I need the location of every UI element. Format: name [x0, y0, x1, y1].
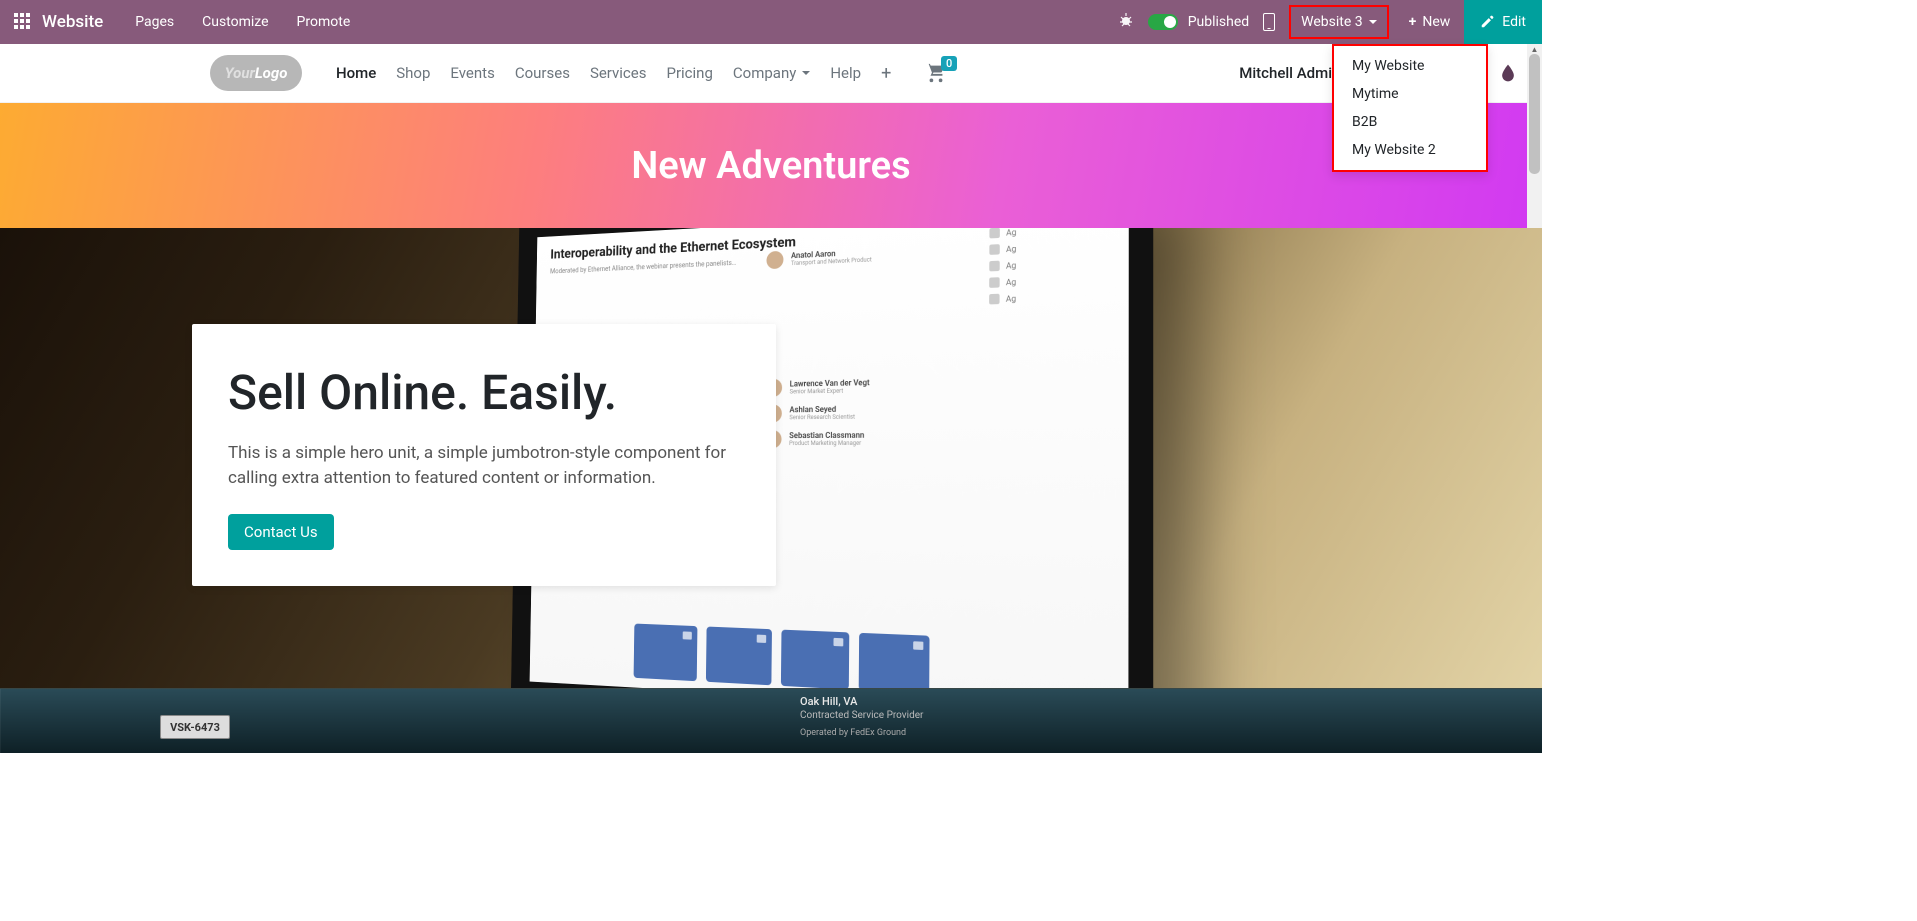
scroll-up-icon[interactable]: ▲ [1527, 44, 1542, 54]
logo-text-2: Logo [255, 64, 288, 82]
website-dropdown-menu: My Website Mytime B2B My Website 2 [1332, 44, 1488, 172]
monitor-person: Ashlan SeyedSenior Research Scientist [765, 403, 870, 422]
caret-down-icon [802, 71, 810, 75]
monitor-person: Anatol AaronTransport and Network Produc… [766, 246, 871, 269]
nav-events[interactable]: Events [440, 64, 504, 82]
cart-button[interactable]: 0 [925, 62, 947, 84]
edit-label: Edit [1502, 14, 1526, 30]
monitor-person: Lawrence Van der VegtSenior Market Exper… [765, 377, 870, 397]
hero-title: Sell Online. Easily. [228, 364, 740, 421]
monitor-person: Sebastian ClassmannProduct Marketing Man… [764, 430, 869, 448]
website-selector-label: Website 3 [1301, 14, 1362, 30]
topmenu-pages[interactable]: Pages [121, 14, 188, 30]
nav-home[interactable]: Home [326, 64, 386, 82]
nav-pricing[interactable]: Pricing [656, 64, 722, 82]
website-option[interactable]: My Website [1334, 52, 1486, 80]
published-toggle[interactable] [1148, 14, 1178, 30]
scroll-thumb[interactable] [1529, 54, 1540, 174]
truck-plate: VSK-6473 [160, 715, 230, 739]
website-option[interactable]: My Website 2 [1334, 136, 1486, 164]
pencil-icon [1480, 15, 1494, 29]
published-label: Published [1188, 14, 1249, 30]
hero-cta-button[interactable]: Contact Us [228, 514, 334, 550]
topmenu-customize[interactable]: Customize [188, 14, 282, 30]
new-label: New [1422, 14, 1450, 30]
topmenu-promote[interactable]: Promote [283, 14, 365, 30]
nav-help[interactable]: Help [820, 64, 871, 82]
site-nav: YourLogo Home Shop Events Courses Servic… [0, 44, 1542, 103]
nav-shop[interactable]: Shop [386, 64, 440, 82]
edit-button[interactable]: Edit [1464, 0, 1542, 44]
hero-body: This is a simple hero unit, a simple jum… [228, 441, 740, 490]
cart-count-badge: 0 [941, 56, 957, 71]
hero-section: Interoperability and the Ethernet Ecosys… [0, 228, 1542, 688]
bug-icon[interactable] [1118, 12, 1134, 32]
truck-section: VSK-6473 Oak Hill, VA Contracted Service… [0, 688, 1542, 753]
nav-company[interactable]: Company [723, 64, 820, 82]
hero-band-title: New Adventures [631, 144, 910, 188]
nav-courses[interactable]: Courses [505, 64, 580, 82]
plus-icon: + [1409, 14, 1417, 30]
hero-band: New Adventures [0, 103, 1542, 228]
nav-services[interactable]: Services [580, 64, 657, 82]
website-option[interactable]: Mytime [1334, 80, 1486, 108]
app-name[interactable]: Website [42, 12, 103, 32]
hero-card: Sell Online. Easily. This is a simple he… [192, 324, 776, 586]
site-logo[interactable]: YourLogo [210, 55, 302, 91]
website-selector[interactable]: Website 3 [1289, 5, 1388, 39]
nav-company-label: Company [733, 64, 796, 82]
new-button[interactable]: + New [1395, 0, 1465, 44]
user-name: Mitchell Admin [1239, 64, 1340, 82]
mobile-preview-icon[interactable] [1263, 13, 1275, 31]
truck-text: Oak Hill, VA Contracted Service Provider… [800, 695, 923, 740]
caret-down-icon [1369, 20, 1377, 24]
website-option[interactable]: B2B [1334, 108, 1486, 136]
topbar-right: Published Website 3 + New Edit [1118, 0, 1542, 44]
apps-grid-icon[interactable] [14, 13, 32, 31]
monitor-cards [634, 624, 930, 688]
topbar: Website Pages Customize Promote Publishe… [0, 0, 1542, 44]
logo-text-1: Your [225, 64, 255, 82]
monitor-sidebar: Ag Ag Ag Ag Ag [989, 228, 1118, 311]
theme-droplet-icon[interactable] [1498, 63, 1518, 83]
add-nav-item-icon[interactable]: + [871, 63, 901, 84]
